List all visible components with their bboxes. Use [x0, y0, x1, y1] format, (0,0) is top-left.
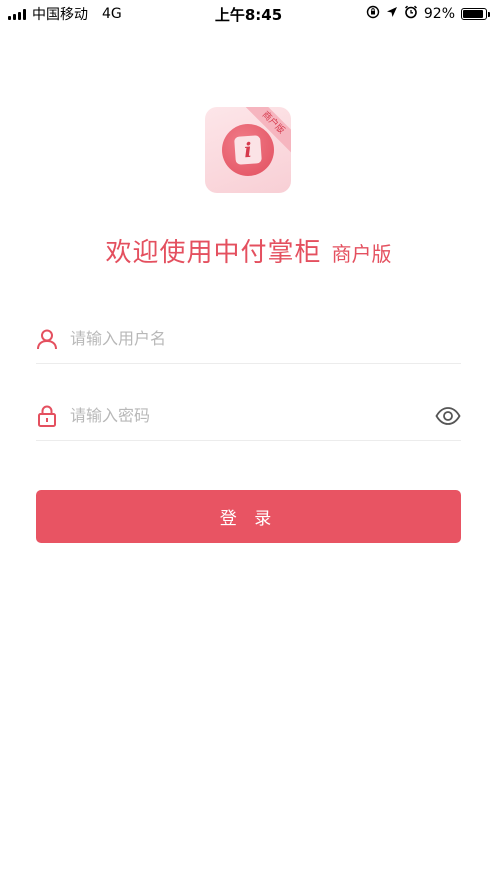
status-bar: 中国移动 4G 上午8:45 92% — [0, 0, 497, 28]
app-logo: i 商户版 — [205, 107, 291, 193]
username-input[interactable] — [68, 328, 461, 349]
welcome-heading: 欢迎使用中付掌柜 商户版 — [0, 232, 497, 269]
battery-icon — [461, 8, 490, 20]
welcome-title: 欢迎使用中付掌柜 — [105, 238, 322, 268]
logo-glyph: i — [234, 135, 262, 165]
user-icon — [36, 328, 58, 350]
status-time: 上午8:45 — [214, 5, 283, 24]
eye-icon[interactable] — [435, 403, 461, 429]
logo-circle: i — [222, 124, 274, 176]
username-row — [36, 314, 461, 364]
login-button[interactable]: 登 录 — [36, 490, 461, 543]
password-input[interactable] — [68, 405, 435, 426]
lock-icon — [36, 405, 58, 427]
password-row — [36, 391, 461, 441]
welcome-subtitle: 商户版 — [331, 242, 392, 266]
